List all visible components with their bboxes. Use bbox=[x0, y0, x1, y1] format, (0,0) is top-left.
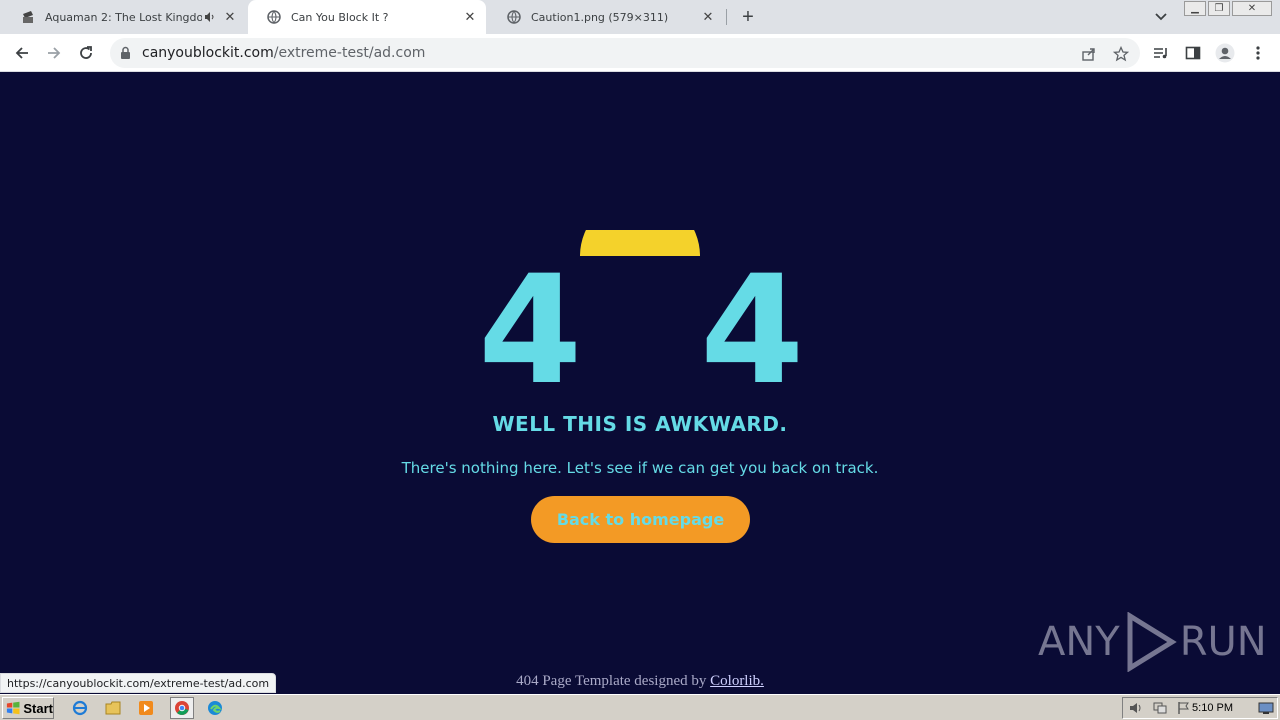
chrome-taskbar-button[interactable] bbox=[170, 697, 194, 719]
more-menu-icon[interactable] bbox=[1248, 43, 1268, 63]
new-tab-button[interactable]: + bbox=[736, 5, 760, 29]
restore-button[interactable]: ❐ bbox=[1208, 1, 1230, 16]
play-triangle-icon bbox=[1127, 612, 1177, 672]
network-icon[interactable] bbox=[1151, 699, 1169, 717]
footer-text: 404 Page Template designed by bbox=[516, 673, 711, 689]
close-tab-icon[interactable]: ✕ bbox=[222, 9, 238, 25]
status-bubble: https://canyoublockit.com/extreme-test/a… bbox=[0, 673, 277, 693]
media-player-icon[interactable] bbox=[137, 699, 155, 717]
reload-icon[interactable] bbox=[74, 41, 98, 65]
globe-icon bbox=[266, 9, 282, 25]
anyrun-watermark: ANY RUN bbox=[1038, 612, 1267, 672]
media-controls-icon[interactable] bbox=[1151, 43, 1171, 63]
page-content: 4 4 WELL THIS IS AWKWARD. There's nothin… bbox=[0, 72, 1280, 693]
tab-can-you-block-it[interactable]: Can You Block It ? ✕ bbox=[248, 0, 486, 34]
back-arrow-icon[interactable] bbox=[10, 41, 34, 65]
address-bar[interactable]: canyoublockit.com/extreme-test/ad.com bbox=[110, 38, 1140, 68]
tab-title: Can You Block It ? bbox=[291, 10, 389, 24]
url-text[interactable]: canyoublockit.com/extreme-test/ad.com bbox=[142, 45, 425, 61]
url-path: /extreme-test/ad.com bbox=[273, 45, 426, 61]
back-to-homepage-button[interactable]: Back to homepage bbox=[531, 496, 750, 543]
start-button[interactable]: Start bbox=[2, 697, 54, 719]
tab-title: Aquaman 2: The Lost Kingdom S bbox=[45, 10, 202, 24]
windows-logo-icon bbox=[6, 701, 20, 715]
tab-strip: Aquaman 2: The Lost Kingdom S ✕ Can You … bbox=[0, 0, 1280, 34]
share-icon[interactable] bbox=[1080, 45, 1098, 63]
forward-arrow-icon[interactable] bbox=[42, 41, 66, 65]
chrome-icon bbox=[175, 701, 189, 715]
tab-title: Caution1.png (579×311) bbox=[531, 10, 669, 24]
sun-half-circle bbox=[580, 230, 700, 256]
watermark-right: RUN bbox=[1179, 619, 1267, 665]
error-code-digit-right: 4 bbox=[700, 244, 805, 418]
windows-taskbar: Start 5:10 PM bbox=[0, 694, 1280, 720]
watermark-left: ANY bbox=[1038, 619, 1120, 665]
tab-caution-png[interactable]: Caution1.png (579×311) ✕ bbox=[488, 0, 724, 34]
film-icon bbox=[20, 9, 36, 25]
colorlib-link[interactable]: Colorlib. bbox=[710, 673, 764, 689]
folder-icon[interactable] bbox=[104, 699, 122, 717]
edge-icon[interactable] bbox=[206, 699, 224, 717]
ie-icon[interactable] bbox=[71, 699, 89, 717]
minimize-button[interactable]: ▁ bbox=[1184, 1, 1206, 16]
clock[interactable]: 5:10 PM bbox=[1192, 702, 1233, 714]
close-tab-icon[interactable]: ✕ bbox=[462, 9, 478, 25]
system-tray: 5:10 PM bbox=[1122, 697, 1278, 719]
speaker-icon[interactable] bbox=[202, 9, 218, 25]
tab-aquaman[interactable]: Aquaman 2: The Lost Kingdom S ✕ bbox=[2, 0, 246, 34]
profile-avatar-icon[interactable] bbox=[1215, 43, 1235, 63]
lock-icon[interactable] bbox=[120, 46, 131, 64]
close-tab-icon[interactable]: ✕ bbox=[700, 9, 716, 25]
bookmark-star-icon[interactable] bbox=[1112, 45, 1130, 63]
browser-toolbar: canyoublockit.com/extreme-test/ad.com bbox=[0, 34, 1280, 72]
action-center-flag-icon[interactable] bbox=[1175, 699, 1193, 717]
page-subtext: There's nothing here. Let's see if we ca… bbox=[401, 459, 879, 477]
globe-icon bbox=[506, 9, 522, 25]
side-panel-icon[interactable] bbox=[1183, 43, 1203, 63]
tab-search-chevron-icon[interactable] bbox=[1150, 6, 1172, 28]
show-desktop-icon[interactable] bbox=[1257, 699, 1275, 717]
url-host: canyoublockit.com bbox=[142, 45, 274, 61]
close-window-button[interactable]: ✕ bbox=[1232, 1, 1272, 16]
page-headline: WELL THIS IS AWKWARD. bbox=[492, 412, 788, 436]
error-code-digit-left: 4 bbox=[478, 244, 583, 418]
volume-icon[interactable] bbox=[1127, 699, 1145, 717]
start-label: Start bbox=[23, 700, 53, 716]
tab-separator bbox=[726, 9, 727, 25]
